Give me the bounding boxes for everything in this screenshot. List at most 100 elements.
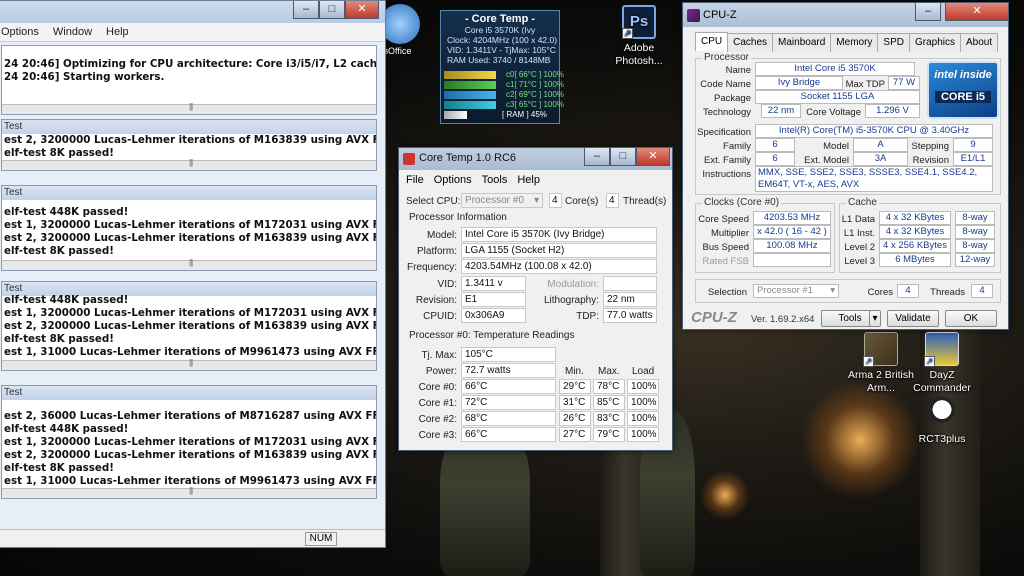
revision-value: E1 [461,292,526,307]
menu-tools[interactable]: Tools [482,174,508,186]
close-button[interactable]: ✕ [945,3,1009,21]
chevron-down-icon: ▾ [830,285,835,296]
tdp-label: TDP: [576,311,599,322]
spec-label: Specification [697,127,751,138]
worker-pane-4[interactable]: Test est 2, 36000 Lucas-Lehmer iteration… [1,385,377,499]
coretemp-titlebar[interactable]: Core Temp 1.0 RC6 – □ ✕ [399,148,672,170]
log-line: est 2, 3200000 Lucas-Lehmer iterations o… [4,232,376,244]
chevron-down-icon: ▾ [872,313,878,324]
window-title: Core Temp 1.0 RC6 [419,152,517,164]
core1-load: 100% [627,395,659,410]
maximize-button[interactable]: □ [319,1,345,19]
tab-about[interactable]: About [960,33,999,52]
cores-value: 4 [897,284,919,298]
close-button[interactable]: ✕ [636,148,670,166]
worker-pane-main[interactable]: 24 20:46] Optimizing for CPU architectur… [1,45,377,115]
cores-label: Core(s) [565,196,599,207]
busspeed-label: Bus Speed [702,242,749,253]
maxtdp-value: 77 W [888,76,920,90]
threads-value: 4 [971,284,993,298]
close-button[interactable]: ✕ [345,1,379,19]
modulation-value [603,276,657,291]
threads-label: Thread(s) [623,196,667,207]
maximize-button[interactable]: □ [610,148,636,166]
model-value: A [853,138,908,152]
family-value: 6 [755,138,795,152]
vid-label: VID: [437,279,457,290]
menu-help[interactable]: Help [106,26,129,38]
horizontal-scrollbar[interactable] [2,358,376,370]
core2-max: 83°C [593,411,625,426]
dayz-icon: ↗ [924,332,959,367]
selection-dropdown[interactable]: Processor #1 ▾ [753,284,839,298]
minimize-button[interactable]: – [293,1,319,19]
worker-pane-2[interactable]: Test elf-test 448K passed! est 1, 320000… [1,185,377,271]
lithography-label: Lithography: [543,295,599,306]
cpuz-window[interactable]: CPU-Z – ✕ CPU Caches Mainboard Memory SP… [682,2,1009,330]
coretemp-gadget[interactable]: - Core Temp - Core i5 3570K (Ivy Clock: … [440,10,564,124]
ratedfsb-value [753,253,831,267]
menu-options[interactable]: Options [1,26,39,38]
minimize-button[interactable]: – [584,148,610,166]
horizontal-scrollbar[interactable] [2,258,376,270]
status-bar: NUM [0,529,385,547]
tab-mainboard[interactable]: Mainboard [772,33,832,52]
l1data-way: 8-way [955,211,995,225]
prime95-window[interactable]: – □ ✕ Options Window Help 24 20:46] Opti… [0,0,386,548]
cpuz-version: Ver. 1.69.2.x64 [751,314,815,325]
l1data-label: L1 Data [841,214,875,225]
desktop-icon-rct3[interactable]: RCT3plus [902,396,982,446]
horizontal-scrollbar[interactable] [2,102,376,114]
tab-spd[interactable]: SPD [877,33,910,52]
validate-button[interactable]: Validate [887,310,939,327]
tab-graphics[interactable]: Graphics [908,33,961,52]
selection-label: Selection [707,287,747,298]
threads-count: 4 [606,193,619,208]
busspeed-value: 100.08 MHz [753,239,831,253]
core2-label: c2[ 69°C ] 100% [506,90,564,99]
worker-pane-1[interactable]: Test est 2, 3200000 Lucas-Lehmer iterati… [1,119,377,171]
clocks-group-label: Clocks (Core #0) [702,197,782,208]
core3-name: Core #3: [418,430,457,441]
corespeed-value: 4203.53 MHz [753,211,831,225]
coretemp-window[interactable]: Core Temp 1.0 RC6 – □ ✕ File Options Too… [398,147,673,451]
core2-temp: 68°C [461,411,556,426]
pane-header: Test [2,120,376,134]
ok-button[interactable]: OK [945,310,997,327]
openoffice-icon[interactable] [380,4,420,44]
log-line: elf-test 448K passed! [4,294,129,306]
instructions-label: Instructions [702,169,751,180]
select-cpu-dropdown[interactable]: Processor #0 ▾ [461,193,543,208]
model-label: Model: [426,230,457,241]
multiplier-value: x 42.0 ( 16 - 42 ) [753,225,831,239]
log-line: est 1, 3200000 Lucas-Lehmer iterations o… [4,219,376,231]
gadget-cpu: Core i5 3570K (Ivy [464,25,536,35]
threads-label: Threads [930,287,965,298]
tools-dropdown-button[interactable]: ▾ [869,310,881,327]
cpuz-brand: CPU-Z [691,309,737,326]
menu-help[interactable]: Help [517,174,540,186]
menu-window[interactable]: Window [53,26,92,38]
log-line: est 2, 3200000 Lucas-Lehmer iterations o… [4,449,376,461]
horizontal-scrollbar[interactable] [2,486,376,498]
power-label: Power: [425,366,457,377]
worker-pane-3[interactable]: Test elf-test 448K passed! est 1, 320000… [1,281,377,371]
desktop-icon-photoshop[interactable]: Ps ↗ Adobe Photosh... [599,5,679,68]
corespeed-label: Core Speed [698,214,749,225]
minimize-button[interactable]: – [915,3,941,21]
desktop-icon-dayz[interactable]: ↗ DayZ Commander [902,332,982,395]
tab-memory[interactable]: Memory [830,33,879,52]
gadget-ram-used: RAM Used: 3740 / 8148MB [447,55,551,65]
core3-max: 79°C [593,427,625,442]
tab-cpu[interactable]: CPU [695,32,729,51]
cpuz-titlebar[interactable]: CPU-Z – ✕ [683,3,1009,27]
arma2-icon: ↗ [863,332,898,367]
menu-file[interactable]: File [406,174,424,186]
menu-options[interactable]: Options [434,174,472,186]
tab-caches[interactable]: Caches [727,33,774,52]
horizontal-scrollbar[interactable] [2,158,376,170]
prime95-titlebar[interactable]: – □ ✕ [0,1,385,23]
desktop-icon-label: DayZ Commander [913,369,971,394]
cache-group-label: Cache [846,197,879,208]
gadget-title: - Core Temp - [464,13,536,25]
